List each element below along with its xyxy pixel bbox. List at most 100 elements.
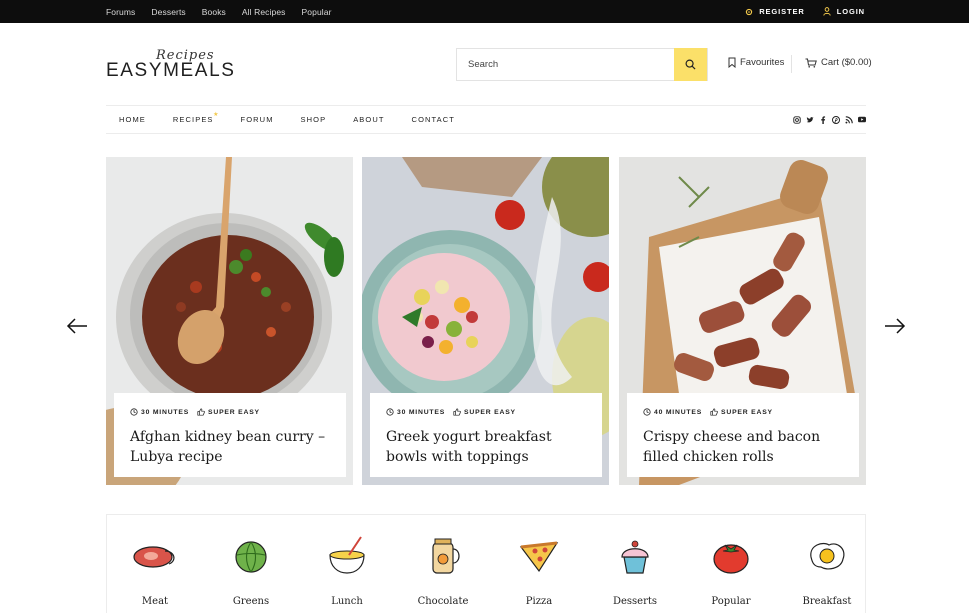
header-divider (791, 55, 792, 73)
clock-icon (643, 408, 651, 416)
star-icon: ★ (213, 112, 220, 118)
thumbs-up-icon (710, 408, 718, 416)
user-icon (823, 7, 831, 16)
slider-next-button[interactable] (884, 316, 906, 336)
recipe-meta: 30 MINUTES SUPER EASY (386, 408, 524, 416)
pizza-icon (519, 541, 559, 573)
top-link-forums[interactable]: Forums (106, 7, 135, 17)
top-link-desserts[interactable]: Desserts (151, 7, 185, 17)
clock-icon (130, 408, 138, 416)
clock-icon (386, 408, 394, 416)
recipe-title[interactable]: Crispy cheese and bacon filled chicken r… (643, 427, 851, 467)
top-link-books[interactable]: Books (202, 7, 226, 17)
cabbage-icon (235, 541, 267, 573)
recipe-title[interactable]: Greek yogurt breakfast bowls with toppin… (386, 427, 594, 467)
nav-item-about[interactable]: ABOUT (353, 115, 384, 124)
thumbs-up-icon (197, 408, 205, 416)
recipe-difficulty-label: SUPER EASY (721, 408, 773, 416)
category-label: Breakfast (802, 596, 852, 607)
recipe-time-label: 40 MINUTES (654, 408, 703, 416)
search-input[interactable] (457, 49, 676, 80)
recipe-info: 30 MINUTES SUPER EASY Greek yogurt break… (370, 393, 602, 477)
favourites-link[interactable]: Favourites (728, 57, 784, 68)
top-bar: Forums Desserts Books All Recipes Popula… (0, 0, 969, 23)
recipe-difficulty-label: SUPER EASY (464, 408, 516, 416)
recipe-time: 40 MINUTES (643, 408, 702, 416)
auth-links: REGISTER LOGIN (727, 0, 865, 23)
twitter-icon[interactable] (806, 116, 814, 124)
recipe-card[interactable]: 40 MINUTES SUPER EASY Crispy cheese and … (619, 157, 866, 485)
category-label: Meat (141, 596, 169, 607)
rss-icon[interactable] (845, 115, 853, 124)
logo-wordmark: EASYMEALS (106, 60, 236, 81)
category-label: Popular (711, 596, 751, 607)
nav-item-recipes-label: RECIPES (172, 115, 214, 124)
recipe-time: 30 MINUTES (386, 408, 445, 416)
nav-item-recipes[interactable]: RECIPES ★ (172, 112, 218, 124)
cart-icon (805, 58, 817, 68)
category-label: Pizza (525, 596, 553, 607)
category-label: Greens (232, 596, 270, 607)
cart-label: Cart ($0.00) (821, 57, 872, 68)
top-link-popular[interactable]: Popular (302, 7, 332, 17)
recipe-card[interactable]: 30 MINUTES SUPER EASY Greek yogurt break… (362, 157, 609, 485)
facebook-icon[interactable] (819, 115, 827, 124)
recipe-difficulty: SUPER EASY (453, 408, 516, 416)
recipe-meta: 30 MINUTES SUPER EASY (130, 408, 268, 416)
category-item[interactable]: Meat (107, 529, 203, 607)
recipe-difficulty: SUPER EASY (710, 408, 773, 416)
cupcake-icon (621, 540, 649, 574)
category-label: Desserts (612, 596, 658, 607)
register-link[interactable]: REGISTER (745, 7, 805, 16)
recipe-time: 30 MINUTES (130, 408, 189, 416)
category-item[interactable]: Popular (683, 529, 779, 607)
recipe-time-label: 30 MINUTES (141, 408, 190, 416)
arrow-right-icon (885, 318, 906, 334)
category-strip: Meat Greens Lunch Chocolate Pizza Desser… (106, 514, 866, 613)
pinterest-icon[interactable] (832, 115, 840, 124)
category-item[interactable]: Chocolate (395, 529, 491, 607)
instagram-icon[interactable] (793, 115, 801, 124)
recipe-title[interactable]: Afghan kidney bean curry – Lubya recipe (130, 427, 338, 467)
category-item[interactable]: Lunch (299, 529, 395, 607)
social-links (793, 106, 866, 133)
search-icon (685, 59, 696, 70)
site-logo[interactable]: Recipes EASYMEALS (106, 48, 236, 84)
recipe-meta: 40 MINUTES SUPER EASY (643, 408, 781, 416)
search-button[interactable] (674, 48, 707, 81)
youtube-icon[interactable] (858, 116, 866, 124)
cart-link[interactable]: Cart ($0.00) (805, 57, 872, 68)
recipe-card[interactable]: 30 MINUTES SUPER EASY Afghan kidney bean… (106, 157, 353, 485)
nav-item-contact[interactable]: CONTACT (412, 115, 455, 124)
nav-item-home[interactable]: HOME (119, 115, 146, 124)
main-nav: HOME RECIPES ★ FORUM SHOP ABOUT CONTACT (106, 105, 866, 134)
login-link[interactable]: LOGIN (823, 7, 865, 16)
category-item[interactable]: Greens (203, 529, 299, 607)
slider-prev-button[interactable] (66, 316, 88, 336)
category-label: Chocolate (417, 596, 469, 607)
search-box (456, 48, 708, 81)
recipe-difficulty: SUPER EASY (197, 408, 260, 416)
nav-item-forum[interactable]: FORUM (241, 115, 274, 124)
thumbs-up-icon (453, 408, 461, 416)
arrow-left-icon (66, 318, 87, 334)
recipe-time-label: 30 MINUTES (397, 408, 446, 416)
top-links: Forums Desserts Books All Recipes Popula… (106, 0, 348, 23)
nav-item-shop[interactable]: SHOP (301, 115, 327, 124)
main-menu: HOME RECIPES ★ FORUM SHOP ABOUT CONTACT (119, 106, 482, 133)
recipe-difficulty-label: SUPER EASY (208, 408, 260, 416)
top-link-all-recipes[interactable]: All Recipes (242, 7, 286, 17)
tomato-icon (713, 544, 749, 574)
bowl-icon (329, 536, 365, 574)
recipe-info: 30 MINUTES SUPER EASY Afghan kidney bean… (114, 393, 346, 477)
category-label: Lunch (331, 596, 363, 607)
jar-icon (432, 538, 460, 574)
recipe-info: 40 MINUTES SUPER EASY Crispy cheese and … (627, 393, 859, 477)
register-icon (746, 8, 753, 15)
category-item[interactable]: Breakfast (779, 529, 875, 607)
steak-icon (133, 546, 175, 568)
category-item[interactable]: Desserts (587, 529, 683, 607)
bookmark-icon (728, 57, 736, 68)
favourites-label: Favourites (740, 57, 785, 68)
category-item[interactable]: Pizza (491, 529, 587, 607)
